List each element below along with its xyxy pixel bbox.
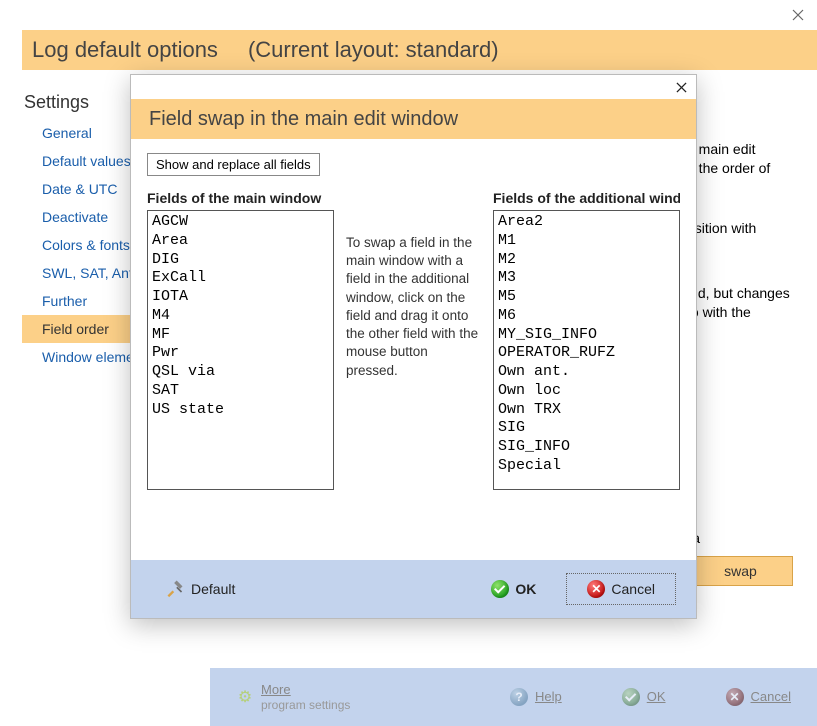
dialog-body: Show and replace all fields Fields of th… [131, 139, 696, 560]
dialog-title: Field swap in the main edit window [149, 108, 458, 131]
list-item[interactable]: Own ant. [498, 363, 675, 382]
list-item[interactable]: M4 [152, 307, 329, 326]
main-window-fields-list[interactable]: AGCWAreaDIGExCallIOTAM4MFPwrQSL viaSATUS… [147, 210, 334, 490]
list-item[interactable]: M5 [498, 288, 675, 307]
list-item[interactable]: Special [498, 457, 675, 476]
list-item[interactable]: Area2 [498, 213, 675, 232]
show-replace-all-button[interactable]: Show and replace all fields [147, 153, 320, 176]
cancel-button-label: Cancel [611, 581, 655, 597]
bg-text-1: e main editn the order of [687, 140, 797, 178]
cancel-button[interactable]: ✕ Cancel [566, 573, 676, 605]
footer-more-sublabel: program settings [261, 698, 350, 712]
cancel-icon: ✕ [587, 580, 605, 598]
ok-button-label: OK [515, 581, 536, 597]
list-item[interactable]: Own loc [498, 382, 675, 401]
list-item[interactable]: ExCall [152, 269, 329, 288]
additional-window-fields-title: Fields of the additional window [493, 190, 680, 206]
footer-ok-button[interactable]: OK [622, 688, 666, 706]
main-footer: ⚙ More program settings ? Help OK ✕ Canc… [210, 668, 817, 726]
dialog-header: Field swap in the main edit window [131, 99, 696, 139]
footer-cancel-label: Cancel [751, 689, 791, 705]
cancel-icon: ✕ [726, 688, 744, 706]
list-item[interactable]: M6 [498, 307, 675, 326]
footer-more-label: More [261, 682, 291, 697]
list-item[interactable]: DIG [152, 251, 329, 270]
list-item[interactable]: M3 [498, 269, 675, 288]
footer-help-label: Help [535, 689, 562, 705]
page-title: Log default options [32, 37, 218, 63]
list-item[interactable]: SIG [498, 419, 675, 438]
list-item[interactable]: AGCW [152, 213, 329, 232]
list-item[interactable]: M2 [498, 251, 675, 270]
swap-button-label: swap [724, 563, 757, 579]
list-item[interactable]: SIG_INFO [498, 438, 675, 457]
default-button-label: Default [191, 581, 235, 597]
list-item[interactable]: QSL via [152, 363, 329, 382]
list-item[interactable]: MF [152, 326, 329, 345]
page-header: Log default options (Current layout: sta… [22, 30, 817, 70]
swap-button[interactable]: swap [688, 556, 793, 586]
list-item[interactable]: MY_SIG_INFO [498, 326, 675, 345]
ok-icon [491, 580, 509, 598]
field-swap-dialog: Field swap in the main edit window Show … [130, 74, 697, 619]
bg-text-2: osition with [687, 220, 797, 236]
dialog-footer: Default OK ✕ Cancel [131, 560, 696, 618]
gear-icon: ⚙ [236, 688, 254, 706]
list-item[interactable]: SAT [152, 382, 329, 401]
list-item[interactable]: OPERATOR_RUFZ [498, 344, 675, 363]
list-item[interactable]: US state [152, 401, 329, 420]
additional-window-fields-list[interactable]: Area2M1M2M3M5M6MY_SIG_INFOOPERATOR_RUFZO… [493, 210, 680, 490]
list-item[interactable]: Own TRX [498, 401, 675, 420]
ok-button[interactable]: OK [477, 575, 550, 603]
dialog-titlebar [131, 75, 696, 99]
list-item[interactable]: M1 [498, 232, 675, 251]
tools-icon [165, 578, 185, 601]
list-item[interactable]: Pwr [152, 344, 329, 363]
footer-more-button[interactable]: ⚙ More program settings [236, 682, 450, 712]
window-close-button[interactable] [789, 6, 807, 24]
page-layout-label: (Current layout: standard) [248, 37, 499, 63]
help-icon: ? [510, 688, 528, 706]
main-window-fields-title: Fields of the main window [147, 190, 334, 206]
dialog-close-button[interactable] [672, 78, 690, 96]
default-button[interactable]: Default [151, 573, 249, 606]
bg-text-3: eld, but changesto with the [687, 284, 804, 322]
list-item[interactable]: Area [152, 232, 329, 251]
footer-help-button[interactable]: ? Help [510, 688, 562, 706]
footer-cancel-button[interactable]: ✕ Cancel [726, 688, 791, 706]
list-item[interactable]: IOTA [152, 288, 329, 307]
swap-instructions: To swap a field in the main window with … [346, 190, 481, 380]
ok-icon [622, 688, 640, 706]
footer-ok-label: OK [647, 689, 666, 705]
